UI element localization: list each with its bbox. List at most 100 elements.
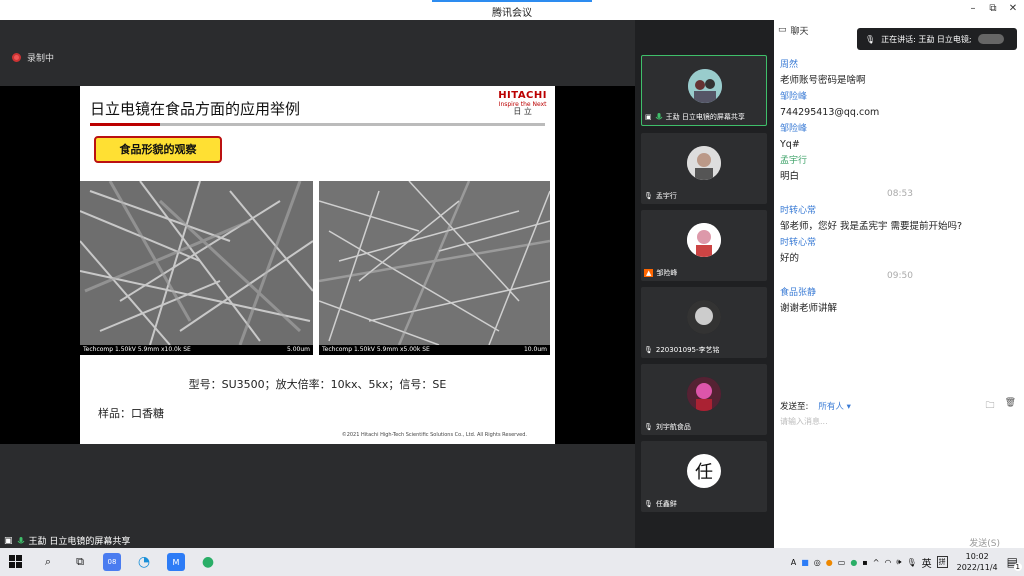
avatar xyxy=(687,300,721,334)
participant-name-text: 孟宇行 xyxy=(655,192,677,200)
mic-icon[interactable]: 🎙 xyxy=(906,558,916,567)
avatar xyxy=(687,146,721,180)
participant-tile[interactable]: ▲ 邹险峰 xyxy=(641,210,767,281)
ime-indicator[interactable]: 英 xyxy=(922,555,932,570)
system-tray: A ■ ◎ ● ▭ ● ▪ ^ ◠ 🕪 🎙 英 拼 10:02 2022/11/… xyxy=(791,548,1024,576)
chat-panel: ▭ 聊天 🎙 正在讲话: 王勐 日立电镜; 周然 老师账号密码是啥啊 邹险峰 7… xyxy=(774,20,1024,549)
search-icon[interactable]: ⌕ xyxy=(39,553,57,571)
chevron-up-icon[interactable]: ^ xyxy=(873,558,880,567)
message-timestamp: 09:50 xyxy=(887,271,913,281)
message-sender: 食品张静 xyxy=(780,288,817,298)
participant-tile[interactable]: ▣ 王勐 日立电镜的屏幕共享 xyxy=(641,55,767,126)
chat-input[interactable]: 请输入消息... xyxy=(780,416,828,427)
chat-title: 聊天 xyxy=(790,26,809,37)
message-text: 好的 xyxy=(780,253,800,264)
clock-date: 2022/11/4 xyxy=(956,563,998,572)
tray-app-icon[interactable]: ◎ xyxy=(814,558,821,567)
send-to-select[interactable]: 所有人 ▾ xyxy=(818,400,850,412)
logo-text: HITACHI xyxy=(498,90,547,101)
slide-title: 日立电镜在食品方面的应用举例 xyxy=(90,100,301,118)
task-view-icon[interactable]: ⧉ xyxy=(71,553,89,571)
restore-button[interactable]: ⧉ xyxy=(986,3,1000,14)
sem-image-1: Techcomp 1.50kV 5.9mm x10.0k SE 5.00um xyxy=(80,181,313,355)
tencent-meeting-icon[interactable]: M xyxy=(167,553,185,571)
tray-app-icon[interactable]: A xyxy=(791,558,796,567)
sem-caption-left: Techcomp 1.50kV 5.9mm x5.00k SE xyxy=(322,346,430,353)
participant-name-text: 邹险峰 xyxy=(656,269,678,277)
chat-messages: 周然 老师账号密码是啥啊 邹险峰 744295413@qq.com 邹险峰 Yq… xyxy=(780,57,1020,317)
message-text: 744295413@qq.com xyxy=(780,107,880,118)
folder-icon[interactable]: 🗀 xyxy=(986,398,995,414)
sample-text: 样品：口香糖 xyxy=(98,407,164,420)
mic-muted-icon: 🎙 xyxy=(644,500,653,508)
message-timestamp: 08:53 xyxy=(887,189,913,199)
ime-mode[interactable]: 拼 xyxy=(936,556,948,568)
participant-name-text: 任鑫鲜 xyxy=(655,500,677,508)
minimize-button[interactable]: – xyxy=(966,3,980,14)
wechat-icon[interactable]: ● xyxy=(199,553,217,571)
sem-caption-left: Techcomp 1.50kV 5.9mm x10.0k SE xyxy=(83,346,191,353)
screen-share-icon: ▣ xyxy=(4,535,13,546)
send-to-row: 发送至: 所有人 ▾ xyxy=(780,400,851,412)
participant-tile[interactable]: 🎙 220301095-李艺铭 xyxy=(641,287,767,358)
chat-header: ▭ 聊天 xyxy=(774,20,809,40)
tray-wechat-icon[interactable]: ● xyxy=(850,558,857,567)
message-text: 老师账号密码是啥啊 xyxy=(780,75,866,86)
participant-name: ▲ 邹险峰 xyxy=(644,268,677,278)
windows-start-icon[interactable] xyxy=(7,553,25,571)
app-icon[interactable]: 08 xyxy=(103,553,121,571)
share-label-text: 王勐 日立电镜的屏幕共享 xyxy=(28,537,131,547)
participant-name: 🎙 刘宇航食品 xyxy=(644,422,691,432)
chat-tools: 🗀 🗑 xyxy=(986,398,1016,414)
notification-icon[interactable]: ▤ 1 xyxy=(1007,555,1022,571)
participant-tile[interactable]: 任 🎙 任鑫鲜 xyxy=(641,441,767,512)
sem-image-2: Techcomp 1.50kV 5.9mm x5.00k SE 10.0um xyxy=(319,181,550,355)
edge-browser-icon[interactable]: ◔ xyxy=(135,553,153,571)
mic-icon xyxy=(17,536,24,543)
taskbar: ⌕ ⧉ 08 ◔ M ● A ■ ◎ ● ▭ ● ▪ ^ ◠ 🕪 🎙 英 拼 1… xyxy=(0,548,1024,576)
slide-area: 日立电镜在食品方面的应用举例 HITACHI Inspire the Next … xyxy=(0,86,635,444)
clock[interactable]: 10:02 2022/11/4 xyxy=(957,551,998,573)
chat-icon: ▭ xyxy=(778,25,787,35)
message-sender: 时转心常 xyxy=(780,238,817,248)
mic-icon xyxy=(655,113,663,120)
volume-icon[interactable]: 🕪 xyxy=(896,557,901,567)
participant-list: ▣ 王勐 日立电镜的屏幕共享 🎙 孟宇行 ▲ 邹险峰 🎙 220301095-李… xyxy=(635,20,775,548)
message-text: 明白 xyxy=(780,171,800,182)
message-sender: 邹险峰 xyxy=(780,124,808,134)
tray-app-icon[interactable]: ● xyxy=(826,558,833,567)
logo-cn: 日 立 xyxy=(513,106,532,116)
participant-name: 🎙 220301095-李艺铭 xyxy=(644,345,720,355)
message-sender: 周然 xyxy=(780,60,799,70)
tray-meeting-icon[interactable]: ■ xyxy=(801,558,809,567)
message-sender: 时转心常 xyxy=(780,206,817,216)
recording-indicator[interactable]: 录制中 xyxy=(12,51,54,64)
avatar: 任 xyxy=(687,454,721,488)
clock-time: 10:02 xyxy=(965,552,989,561)
avatar xyxy=(687,223,721,257)
avatar xyxy=(687,377,721,411)
participant-name: 🎙 孟宇行 xyxy=(644,191,677,201)
close-button[interactable]: ✕ xyxy=(1006,3,1020,14)
title-bar: 腾讯会议 – ⧉ ✕ xyxy=(0,0,1024,20)
sem-caption-right: 5.00um xyxy=(286,346,310,353)
participant-tile[interactable]: 🎙 孟宇行 xyxy=(641,133,767,204)
spec-text: 型号：SU3500；放大倍率：10kx、5kx；信号：SE xyxy=(188,378,447,391)
notification-count: 1 xyxy=(1013,563,1022,571)
participant-name-text: 王勐 日立电镜的屏幕共享 xyxy=(665,113,745,121)
mic-icon: 🎙 xyxy=(865,34,876,44)
tray-app-icon[interactable]: ▭ xyxy=(838,558,846,567)
mic-muted-icon: 🎙 xyxy=(644,346,653,354)
user-icon: ▲ xyxy=(644,269,654,277)
recording-label: 录制中 xyxy=(27,54,55,64)
sem-caption-right: 10.0um xyxy=(523,346,547,353)
mic-muted-icon: 🎙 xyxy=(644,192,653,200)
network-icon[interactable]: ◠ xyxy=(884,558,891,567)
message-text: 邹老师，您好 我是孟宪宇 需要提前开始吗? xyxy=(780,221,963,232)
screen-share-icon: ▣ xyxy=(645,113,652,121)
participant-tile[interactable]: 🎙 刘宇航食品 xyxy=(641,364,767,435)
clear-icon[interactable]: 🗑 xyxy=(1005,398,1016,414)
tray-app-icon[interactable]: ▪ xyxy=(862,558,867,567)
sem-caption-1: Techcomp 1.50kV 5.9mm x10.0k SE 5.00um xyxy=(80,345,313,355)
screen-share-label: ▣ 王勐 日立电镜的屏幕共享 xyxy=(0,533,135,548)
